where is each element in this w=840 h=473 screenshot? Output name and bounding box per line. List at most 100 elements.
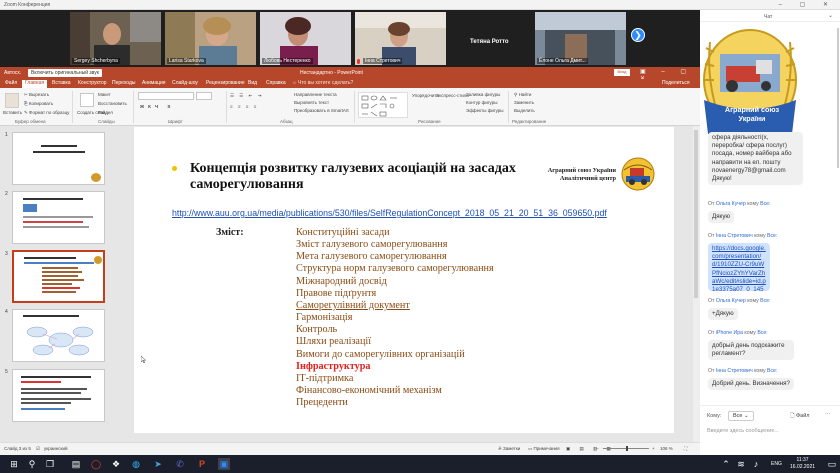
slide-canvas[interactable]: Концепція розвитку галузевих асоціацій н… <box>134 127 674 433</box>
shapes-gallery[interactable] <box>358 92 408 118</box>
task-view-icon[interactable]: ❐ <box>44 458 56 470</box>
find-button[interactable]: ⚲ Найти <box>514 92 531 98</box>
recipient-select[interactable]: Все ⌄ <box>728 411 754 421</box>
font-size-select[interactable] <box>196 92 212 100</box>
text-direction-button[interactable]: Направление текста <box>294 92 337 97</box>
arrange-button[interactable]: Упорядочить <box>412 93 439 98</box>
sign-in-button[interactable]: Вход <box>614 69 630 76</box>
system-clock[interactable]: 11:37 16.02.2021 <box>790 457 815 471</box>
zoom-level[interactable]: 106 % <box>660 446 673 451</box>
format-label: Формат по образцу <box>29 110 70 115</box>
copy-button[interactable]: ⎘ Копировать <box>24 101 53 106</box>
shape-effects-button[interactable]: Эффекты фигуры <box>466 108 504 113</box>
network-icon[interactable]: ≋ <box>735 458 747 470</box>
edge-icon[interactable]: ◍ <box>130 458 142 470</box>
tab-animation[interactable]: Анимация <box>142 80 165 86</box>
shape-outline-button[interactable]: Контур фигуры <box>466 100 497 105</box>
tab-help[interactable]: Справка <box>266 80 286 86</box>
zoom-in-button[interactable]: + <box>652 446 655 451</box>
zoom-slider-knob[interactable] <box>626 446 628 451</box>
zoom-out-button[interactable]: – <box>596 446 599 451</box>
participant-tile[interactable]: Ёлоне Ольга Дмит... <box>535 12 626 65</box>
windows-start-icon[interactable]: ⊞ <box>8 458 20 470</box>
slide-thumbnail-3[interactable] <box>12 250 105 303</box>
volume-icon[interactable]: ♪ <box>750 458 762 470</box>
select-button[interactable]: Выделить <box>514 108 535 113</box>
section-button[interactable]: Раздел <box>98 110 113 115</box>
language-status[interactable]: украинский <box>44 446 67 451</box>
taskbar-app-icon[interactable]: ▤ <box>70 458 82 470</box>
shape-fill-button[interactable]: Заливка фигуры <box>466 92 500 97</box>
cut-button[interactable]: ✂ Вырезать <box>24 92 49 98</box>
viber-icon[interactable]: ✆ <box>174 458 186 470</box>
telegram-icon[interactable]: ➤ <box>152 458 164 470</box>
reset-button[interactable]: Восстановить <box>98 101 127 106</box>
share-button[interactable]: Поделиться <box>662 80 690 86</box>
new-slide-icon[interactable] <box>80 93 94 107</box>
participant-tile[interactable]: Larisa Starkova <box>165 12 256 65</box>
search-icon[interactable]: ⚲ <box>26 458 38 470</box>
slide-title[interactable]: Концепція розвитку галузевих асоціацій н… <box>190 161 520 193</box>
tab-design[interactable]: Конструктор <box>78 80 107 86</box>
original-sound-button[interactable]: Включить оригинальный звук <box>28 69 102 77</box>
window-controls[interactable]: – ▢ ✕ <box>779 1 836 8</box>
participant-tile[interactable]: Sergey Shcherbyna <box>70 12 161 65</box>
slide-thumbnail-5[interactable] <box>12 369 105 422</box>
opera-icon[interactable]: ◯ <box>90 458 102 470</box>
replace-button[interactable]: Заменить <box>514 100 534 105</box>
scroll-thumb[interactable] <box>694 130 698 298</box>
vertical-scrollbar[interactable] <box>693 126 700 442</box>
clock-time: 11:37 <box>796 457 809 463</box>
tab-review[interactable]: Рецензирование <box>206 80 245 86</box>
publication-link[interactable]: http://www.auu.org.ua/media/publications… <box>172 208 607 218</box>
autosave-label[interactable]: Автосх. <box>4 70 21 76</box>
spellcheck-icon[interactable]: ☑ <box>36 446 40 452</box>
tab-insert[interactable]: Вставка <box>52 80 71 86</box>
zoom-icon[interactable]: ▣ <box>218 458 230 470</box>
font-style-buttons[interactable]: ЖКЧ S <box>140 104 174 109</box>
align-text-button[interactable]: Выровнять текст <box>294 100 329 105</box>
participant-tile[interactable]: Любовь Нестеренко <box>260 12 351 65</box>
tab-home[interactable]: Главная <box>22 80 48 88</box>
keyboard-language[interactable]: ENG <box>771 461 782 467</box>
slide-thumbnail-2[interactable] <box>12 191 105 244</box>
smartart-button[interactable]: Преобразовать в SmartArt <box>294 108 349 113</box>
recipient-name: Все <box>757 330 767 336</box>
gallery-next-button[interactable]: ❯ <box>631 28 645 42</box>
layout-button[interactable]: Макет <box>98 92 111 97</box>
divider <box>133 91 134 123</box>
powerpoint-icon[interactable]: P <box>196 458 208 470</box>
chat-link-message[interactable]: https://docs.google.com/presentation/d/1… <box>708 243 770 291</box>
font-family-select[interactable] <box>138 92 194 100</box>
more-options-icon[interactable]: ⋯ <box>825 412 831 418</box>
slide-thumbnail-4[interactable] <box>12 309 105 362</box>
list-item: Конституційні засади <box>296 227 390 238</box>
tab-transitions[interactable]: Переходы <box>112 80 135 86</box>
file-button[interactable]: 🗋 Файл <box>790 412 810 421</box>
list-buttons[interactable]: ☰ ☰ ⇤ ⇥ <box>230 93 263 99</box>
tell-me-search[interactable]: ☼ Что вы хотите сделать? <box>292 80 353 86</box>
fit-slide-icon[interactable]: ⛶ <box>684 446 687 451</box>
tab-file[interactable]: Файл <box>5 80 17 86</box>
message-input[interactable]: Введите здесь сообщение... <box>707 428 779 434</box>
chat-scrollbar[interactable] <box>837 28 839 168</box>
chat-title: Чат <box>764 14 773 20</box>
participant-tile[interactable]: Інна Стретович <box>355 12 446 65</box>
tab-slideshow[interactable]: Слайд-шоу <box>172 80 198 86</box>
paste-icon[interactable] <box>5 93 19 108</box>
paste-button[interactable]: Вставить <box>3 110 22 115</box>
tray-chevron-icon[interactable]: ⌃ <box>720 458 732 470</box>
slide-thumbnail-1[interactable] <box>12 132 105 185</box>
notification-icon[interactable]: ▭ <box>826 458 838 470</box>
taskbar-app-icon[interactable]: ❖ <box>110 458 122 470</box>
contents-list: Конституційні засади Зміст галузевого са… <box>296 227 494 409</box>
format-painter-button[interactable]: ✎ Формат по образцу <box>24 110 69 116</box>
participant-tile[interactable]: Тетяна Ротто <box>450 12 541 65</box>
chevron-down-icon[interactable]: ⌄ <box>828 12 833 19</box>
tab-view[interactable]: Вид <box>248 80 257 86</box>
view-buttons[interactable]: ▣ ▤ ▥ ▦ <box>566 446 615 452</box>
align-buttons[interactable]: ≡ ≡ ≡ ≡ <box>230 104 258 109</box>
quick-styles-button[interactable]: Экспресс-стили <box>436 93 469 98</box>
comments-button[interactable]: ▭ Примечания <box>528 446 560 452</box>
notes-button[interactable]: ≙ Заметки <box>498 446 520 452</box>
